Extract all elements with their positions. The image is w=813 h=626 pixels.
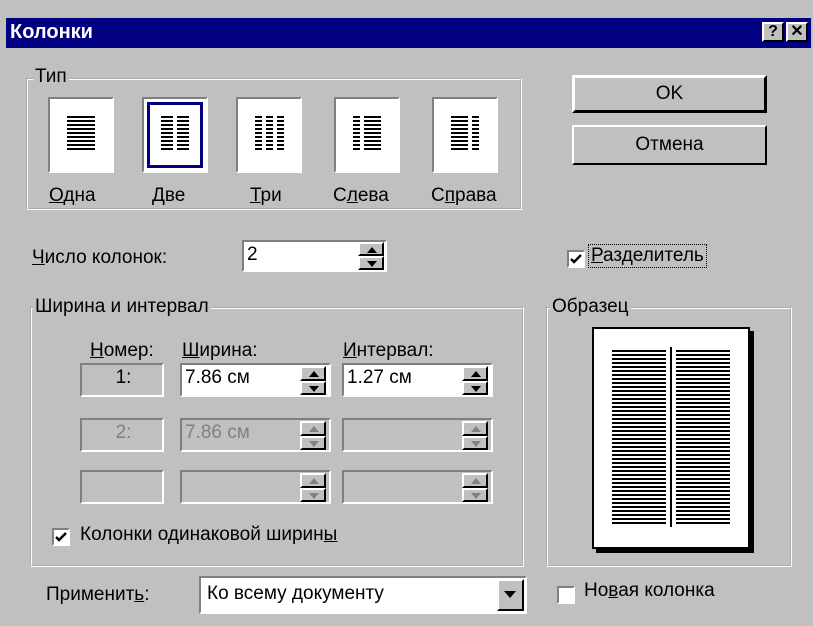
spin-down-icon[interactable] [462, 380, 488, 395]
two-column-preview-icon [612, 347, 730, 527]
row3-width-spinner [300, 473, 326, 502]
type-two-label[interactable]: Две [152, 185, 185, 207]
type-three-columns-option[interactable] [236, 97, 302, 173]
row2-number: 2: [80, 418, 164, 452]
preview-group-label: Образец [550, 296, 631, 317]
equal-width-label[interactable]: Колонки одинаковой ширины [80, 524, 337, 546]
title-bar: Колонки ? ✕ [6, 18, 811, 48]
two-columns-icon [161, 116, 189, 150]
spin-up-icon [462, 473, 488, 488]
new-column-checkbox[interactable] [557, 586, 575, 604]
spin-down-icon [462, 487, 488, 502]
spin-down-icon [300, 435, 326, 450]
columns-dialog: Колонки ? ✕ Тип Одна Две Три Слева Справ… [0, 0, 813, 626]
type-three-label[interactable]: Три [250, 185, 282, 207]
spin-up-icon [300, 421, 326, 436]
width-spacing-group-label: Ширина и интервал [33, 296, 211, 317]
row2-width-spinner [300, 421, 326, 450]
row3-spacing-spinner [462, 473, 488, 502]
num-columns-spinner[interactable] [358, 242, 384, 270]
num-columns-value: 2 [247, 244, 258, 265]
one-column-icon [67, 116, 95, 150]
three-columns-icon [255, 116, 284, 150]
spin-up-icon[interactable] [358, 242, 384, 256]
spin-down-icon [462, 435, 488, 450]
spin-down-icon[interactable] [300, 380, 326, 395]
spin-up-icon[interactable] [300, 366, 326, 381]
type-two-columns-option[interactable] [142, 97, 208, 173]
apply-label: Применить: [46, 584, 150, 605]
help-icon: ? [768, 23, 778, 40]
right-column-icon [451, 116, 479, 150]
apply-dropdown-button[interactable] [497, 579, 524, 611]
type-right-label[interactable]: Справа [431, 185, 497, 207]
row2-spacing-spinner [462, 421, 488, 450]
type-one-column-option[interactable] [48, 97, 114, 173]
spin-up-icon [300, 473, 326, 488]
check-icon [55, 532, 67, 542]
row3-number [80, 470, 164, 504]
spacing-header: Интервал: [343, 340, 434, 361]
row1-number: 1: [80, 363, 164, 397]
help-button[interactable]: ? [762, 22, 784, 42]
width-header: Ширина: [182, 340, 258, 361]
spin-up-icon [462, 421, 488, 436]
row1-spacing-value: 1.27 см [347, 367, 412, 388]
dialog-title: Колонки [10, 21, 93, 43]
number-header: Номер: [90, 340, 154, 361]
spin-up-icon[interactable] [462, 366, 488, 381]
spin-down-icon[interactable] [358, 256, 384, 270]
close-button[interactable]: ✕ [786, 22, 808, 42]
apply-dropdown[interactable]: Ко всему документу [199, 576, 527, 614]
cancel-button[interactable]: Отмена [572, 125, 767, 165]
ok-button[interactable]: OK [572, 75, 767, 113]
preview-page [592, 327, 750, 549]
spin-down-icon [300, 487, 326, 502]
num-columns-label: Число колонок: [32, 247, 168, 268]
new-column-label[interactable]: Новая колонка [584, 580, 715, 602]
chevron-down-icon [504, 591, 516, 598]
left-column-icon [353, 116, 381, 150]
apply-value: Ко всему документу [207, 583, 384, 604]
type-left-option[interactable] [334, 97, 400, 173]
close-icon: ✕ [790, 23, 804, 40]
type-right-option[interactable] [432, 97, 498, 173]
row1-width-value: 7.86 см [185, 367, 250, 388]
equal-width-checkbox[interactable] [52, 528, 70, 546]
separator-checkbox[interactable] [567, 250, 585, 268]
check-icon [570, 254, 582, 264]
row2-width-value: 7.86 см [185, 422, 250, 443]
row1-spacing-spinner[interactable] [462, 366, 488, 395]
type-group-label: Тип [33, 66, 69, 87]
separator-label[interactable]: Разделитель [588, 244, 707, 268]
type-one-label[interactable]: Одна [49, 185, 96, 207]
type-left-label[interactable]: Слева [333, 185, 389, 207]
row1-width-spinner[interactable] [300, 366, 326, 395]
